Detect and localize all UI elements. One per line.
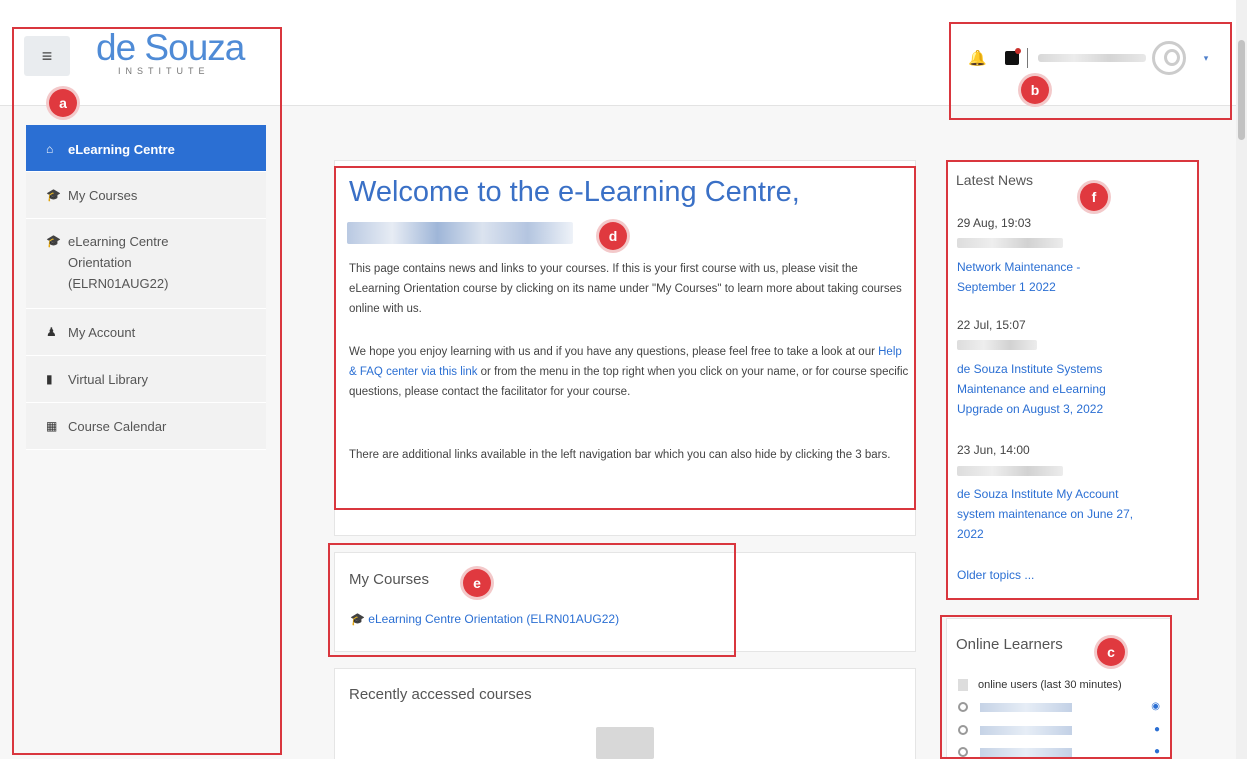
scrollbar-thumb[interactable] <box>1238 40 1245 140</box>
annotation-badge-c: c <box>1097 638 1125 666</box>
annotation-box-b <box>949 22 1232 120</box>
annotation-box-d <box>334 166 916 510</box>
recent-courses-heading: Recently accessed courses <box>349 686 532 703</box>
course-image-icon[interactable] <box>596 727 654 759</box>
annotation-badge-b: b <box>1021 76 1049 104</box>
annotation-box-f <box>946 160 1199 600</box>
annotation-badge-e: e <box>463 569 491 597</box>
annotation-badge-a: a <box>49 89 77 117</box>
annotation-badge-d: d <box>599 222 627 250</box>
annotation-box-c <box>940 615 1172 759</box>
annotation-box-e <box>328 543 736 657</box>
annotation-box-a <box>12 27 282 755</box>
annotation-badge-f: f <box>1080 183 1108 211</box>
